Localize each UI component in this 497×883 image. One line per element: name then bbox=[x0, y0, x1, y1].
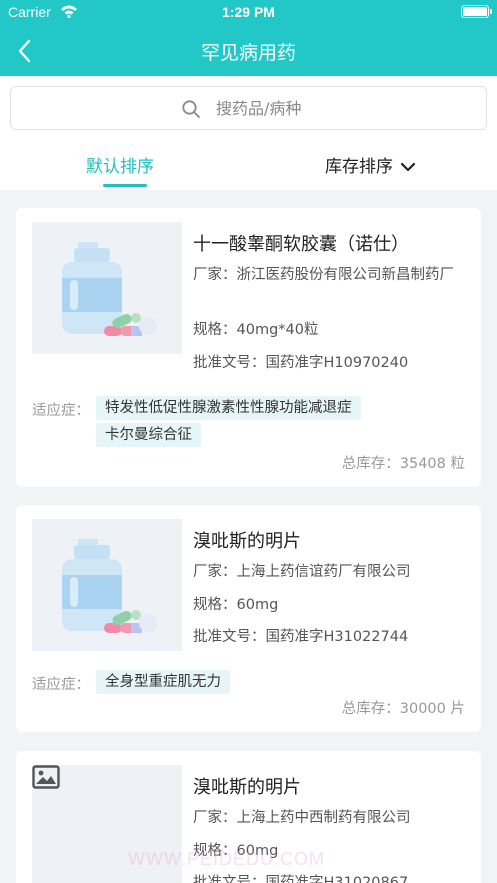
drug-manufacturer: 厂家：上海上药信谊药厂有限公司 bbox=[193, 561, 465, 584]
drug-spec: 规格：40mg*40粒 bbox=[193, 319, 465, 342]
search-icon bbox=[182, 100, 200, 118]
spec-value: 40mg*40粒 bbox=[236, 322, 319, 338]
drug-spec: 规格：60mg bbox=[193, 594, 465, 617]
status-time: 1:29 PM bbox=[222, 4, 275, 20]
indication-label: 适应症： bbox=[32, 677, 90, 693]
indication-label: 适应症： bbox=[32, 403, 90, 419]
manufacturer-value: 上海上药中西制药有限公司 bbox=[236, 810, 411, 826]
stock-total: 总库存：30000 片 bbox=[341, 701, 465, 717]
indication-tag: 卡尔曼综合征 bbox=[96, 423, 201, 447]
search-input[interactable] bbox=[216, 87, 466, 129]
drug-name: 溴吡斯的明片 bbox=[193, 531, 301, 552]
manufacturer-label: 厂家： bbox=[193, 810, 237, 826]
page-title: 罕见病用药 bbox=[200, 42, 296, 64]
watermark: WWW.PEIDEDU.COM bbox=[128, 849, 325, 869]
stock-total: 总库存：35408 粒 bbox=[341, 456, 465, 472]
drug-approval: 批准文号：国药准字H10970240 bbox=[193, 352, 465, 375]
tab-default-sort[interactable]: 默认排序 bbox=[86, 152, 154, 190]
drug-manufacturer: 厂家：浙江医药股份有限公司新昌制药厂 bbox=[193, 264, 465, 287]
tab-stock-sort[interactable]: 库存排序 bbox=[325, 152, 416, 190]
drug-name: 溴吡斯的明片 bbox=[193, 777, 301, 798]
drug-name: 十一酸睾酮软胶囊（诺仕） bbox=[193, 234, 409, 255]
active-tab-indicator bbox=[103, 184, 147, 187]
spec-value: 60mg bbox=[236, 597, 279, 613]
drug-manufacturer: 厂家：上海上药中西制药有限公司 bbox=[193, 807, 465, 830]
approval-label: 批准文号： bbox=[193, 355, 266, 371]
manufacturer-label: 厂家： bbox=[193, 267, 237, 283]
indication-tag: 特发性低促性腺激素性性腺功能减退症 bbox=[96, 396, 361, 420]
indication-tag: 全身型重症肌无力 bbox=[96, 670, 230, 694]
drug-image bbox=[32, 519, 182, 651]
search-box[interactable] bbox=[10, 86, 487, 130]
drug-card[interactable]: 溴吡斯的明片 厂家：上海上药信谊药厂有限公司 规格：60mg 批准文号：国药准字… bbox=[16, 505, 481, 732]
manufacturer-value: 浙江医药股份有限公司新昌制药厂 bbox=[236, 267, 455, 283]
drug-approval: 批准文号：国药准字H31020867 bbox=[193, 872, 465, 883]
approval-label: 批准文号： bbox=[193, 875, 266, 883]
spec-label: 规格： bbox=[193, 322, 237, 338]
approval-value: 国药准字H31020867 bbox=[265, 875, 409, 883]
medicine-bottle-icon bbox=[62, 242, 157, 336]
manufacturer-value: 上海上药信谊药厂有限公司 bbox=[236, 564, 411, 580]
tab-default-sort-label: 默认排序 bbox=[86, 157, 154, 177]
spec-label: 规格： bbox=[193, 597, 237, 613]
manufacturer-label: 厂家： bbox=[193, 564, 237, 580]
approval-label: 批准文号： bbox=[193, 629, 266, 645]
image-placeholder-icon bbox=[32, 765, 60, 789]
approval-value: 国药准字H31022744 bbox=[265, 629, 409, 645]
drug-image bbox=[32, 222, 182, 354]
medicine-bottle-icon bbox=[62, 539, 157, 633]
drug-approval: 批准文号：国药准字H31022744 bbox=[193, 626, 465, 649]
tab-stock-sort-label: 库存排序 bbox=[325, 157, 393, 177]
status-bar: Carrier 1:29 PM bbox=[0, 0, 497, 26]
battery-icon bbox=[461, 5, 492, 18]
search-and-sort-panel: 默认排序 库存排序 bbox=[0, 76, 497, 190]
approval-value: 国药准字H10970240 bbox=[265, 355, 409, 371]
drug-card[interactable]: 十一酸睾酮软胶囊（诺仕） 厂家：浙江医药股份有限公司新昌制药厂 规格：40mg*… bbox=[16, 208, 481, 487]
app-header: Carrier 1:29 PM 罕见病用药 bbox=[0, 0, 497, 76]
chevron-down-icon bbox=[401, 162, 416, 172]
